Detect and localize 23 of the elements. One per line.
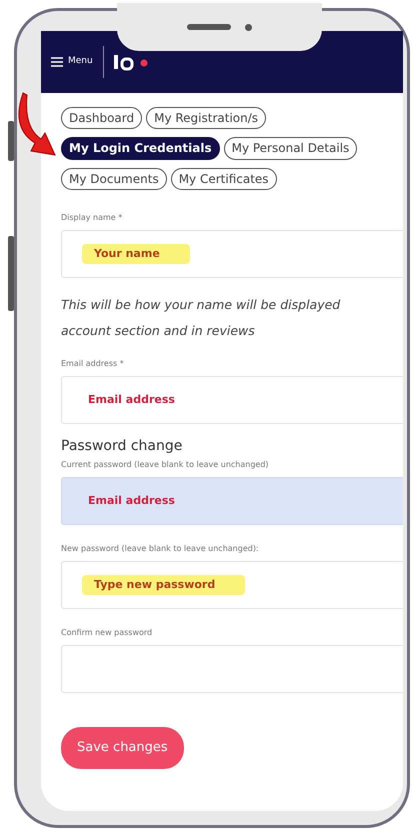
tab[interactable]: My Certificates xyxy=(170,168,277,190)
field-label: New password (leave blank to leave unchanged): xyxy=(61,543,260,556)
tab[interactable]: My Registration/s xyxy=(146,107,266,130)
section-heading: Password change xyxy=(61,437,184,456)
menu-icon xyxy=(51,57,63,67)
save-button[interactable]: Save changes xyxy=(61,727,184,769)
menu-button[interactable]: Menu xyxy=(51,55,93,69)
help-text: This will be how your name will be displayed account section and in reviews xyxy=(61,296,342,340)
camera-icon xyxy=(245,24,252,30)
tab[interactable]: Dashboard xyxy=(61,107,142,130)
input-field[interactable]: Email address xyxy=(61,376,403,424)
tab[interactable]: My Documents xyxy=(61,168,167,190)
input-field[interactable]: Type new password xyxy=(61,561,403,610)
field-label: Display name * xyxy=(61,212,124,224)
field-label: Confirm new password xyxy=(61,627,154,640)
field-label: Email address * xyxy=(61,358,125,370)
tab[interactable]: My Login Credentials xyxy=(61,137,220,160)
tab[interactable]: My Personal Details xyxy=(224,137,358,160)
input-field[interactable] xyxy=(61,645,403,694)
field-label: Current password (leave blank to leave unchanged) xyxy=(61,459,270,472)
speaker-icon xyxy=(187,24,231,30)
input-field[interactable]: Email address xyxy=(61,477,403,526)
input-field[interactable]: Your name xyxy=(61,230,403,278)
